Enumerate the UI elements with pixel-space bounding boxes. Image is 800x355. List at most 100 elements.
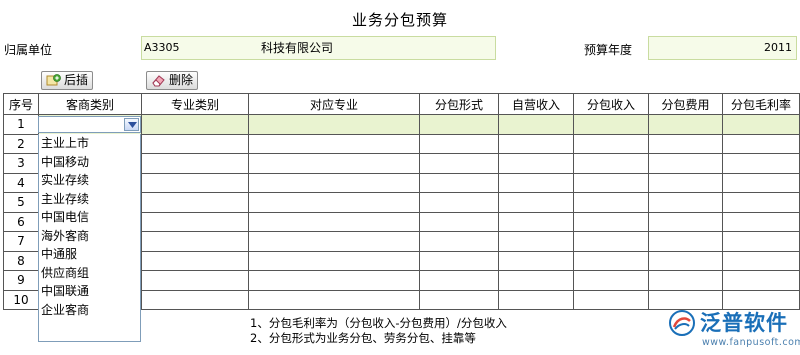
client-type-combo[interactable] (38, 116, 141, 133)
table-cell[interactable] (248, 250, 420, 271)
table-cell[interactable] (648, 172, 723, 193)
row-index: 8 (3, 250, 39, 271)
table-cell[interactable] (498, 270, 574, 291)
table-cell[interactable] (419, 114, 499, 135)
dropdown-option[interactable]: 供应商组 (39, 264, 140, 283)
delete-button[interactable]: 删除 (146, 71, 199, 90)
table-cell[interactable] (248, 114, 420, 135)
table-cell[interactable] (141, 172, 249, 193)
col-header-client-type: 客商类别 (38, 93, 142, 115)
dropdown-option[interactable]: 中国电信 (39, 208, 140, 227)
year-value: 2011 (764, 41, 792, 54)
dropdown-option[interactable]: 中国移动 (39, 153, 140, 172)
table-cell[interactable] (248, 192, 420, 213)
table-cell[interactable] (573, 172, 649, 193)
table-cell[interactable] (648, 270, 723, 291)
table-cell[interactable] (498, 114, 574, 135)
row-index: 9 (3, 270, 39, 291)
notes: 1、分包毛利率为（分包收入-分包费用）/分包收入 2、分包形式为业务分包、劳务分… (250, 316, 507, 346)
row-index: 5 (3, 192, 39, 213)
row-index: 7 (3, 231, 39, 252)
table-cell[interactable] (722, 270, 800, 291)
table-cell[interactable] (722, 211, 800, 232)
col-header-subcontract-form: 分包形式 (419, 93, 499, 115)
col-header-subcontract-cost: 分包费用 (648, 93, 723, 115)
table-cell[interactable] (248, 289, 420, 310)
table-cell[interactable] (498, 211, 574, 232)
table-cell[interactable] (498, 192, 574, 213)
dropdown-option[interactable]: 企业客商 (39, 301, 140, 320)
table-cell[interactable] (648, 114, 723, 135)
table-cell[interactable] (648, 192, 723, 213)
table-cell[interactable] (722, 133, 800, 154)
table-cell[interactable] (573, 231, 649, 252)
table-cell[interactable] (573, 211, 649, 232)
table-cell[interactable] (248, 172, 420, 193)
table-cell[interactable] (141, 133, 249, 154)
table-cell[interactable] (419, 153, 499, 174)
table-cell[interactable] (141, 153, 249, 174)
table-cell[interactable] (573, 133, 649, 154)
dropdown-option[interactable]: 海外客商 (39, 227, 140, 246)
table-cell[interactable] (573, 270, 649, 291)
col-header-subcontract-income: 分包收入 (573, 93, 649, 115)
unit-field[interactable]: A3305 科技有限公司 (141, 36, 496, 60)
table-cell[interactable] (498, 153, 574, 174)
table-cell[interactable] (141, 192, 249, 213)
table-cell[interactable] (248, 211, 420, 232)
table-cell[interactable] (419, 133, 499, 154)
dropdown-option[interactable]: 实业存续 (39, 171, 140, 190)
dropdown-option[interactable]: 中通服 (39, 245, 140, 264)
row-index: 2 (3, 133, 39, 154)
table-cell[interactable] (573, 114, 649, 135)
table-cell[interactable] (648, 133, 723, 154)
table-cell[interactable] (141, 211, 249, 232)
table-cell[interactable] (498, 250, 574, 271)
table-cell[interactable] (573, 250, 649, 271)
table-cell[interactable] (419, 211, 499, 232)
table-cell[interactable] (419, 231, 499, 252)
table-cell[interactable] (722, 231, 800, 252)
table-cell[interactable] (141, 250, 249, 271)
table-cell[interactable] (722, 114, 800, 135)
table-cell[interactable] (498, 289, 574, 310)
table-cell[interactable] (648, 231, 723, 252)
col-header-index: 序号 (3, 93, 39, 115)
dropdown-option[interactable]: 主业存续 (39, 190, 140, 209)
table-cell[interactable] (141, 114, 249, 135)
table-cell[interactable] (648, 211, 723, 232)
table-cell[interactable] (722, 250, 800, 271)
table-cell[interactable] (419, 172, 499, 193)
unit-label: 归属单位 (4, 43, 53, 57)
table-cell[interactable] (648, 153, 723, 174)
table-cell[interactable] (141, 270, 249, 291)
table-cell[interactable] (573, 192, 649, 213)
table-cell[interactable] (248, 270, 420, 291)
dropdown-toggle[interactable] (124, 118, 139, 131)
table-cell[interactable] (248, 133, 420, 154)
table-cell[interactable] (722, 153, 800, 174)
insert-after-button[interactable]: 后插 (41, 71, 94, 90)
table-cell[interactable] (419, 192, 499, 213)
table-cell[interactable] (248, 153, 420, 174)
table-cell[interactable] (141, 289, 249, 310)
col-header-major-type: 专业类别 (141, 93, 249, 115)
unit-code: A3305 (144, 41, 180, 54)
table-cell[interactable] (573, 153, 649, 174)
table-cell[interactable] (419, 289, 499, 310)
table-cell[interactable] (141, 231, 249, 252)
table-cell[interactable] (498, 172, 574, 193)
table-cell[interactable] (573, 289, 649, 310)
dropdown-option[interactable]: 主业上市 (39, 134, 140, 153)
year-field[interactable]: 2011 (648, 36, 797, 60)
dropdown-option[interactable]: 中国联通 (39, 282, 140, 301)
table-cell[interactable] (648, 250, 723, 271)
table-cell[interactable] (722, 192, 800, 213)
table-cell[interactable] (419, 270, 499, 291)
client-type-dropdown-list[interactable]: 主业上市 中国移动 实业存续 主业存续 中国电信 海外客商 中通服 供应商组 中国联通 企业客商 (38, 134, 141, 342)
table-cell[interactable] (722, 172, 800, 193)
table-cell[interactable] (498, 231, 574, 252)
table-cell[interactable] (498, 133, 574, 154)
table-cell[interactable] (419, 250, 499, 271)
table-cell[interactable] (248, 231, 420, 252)
